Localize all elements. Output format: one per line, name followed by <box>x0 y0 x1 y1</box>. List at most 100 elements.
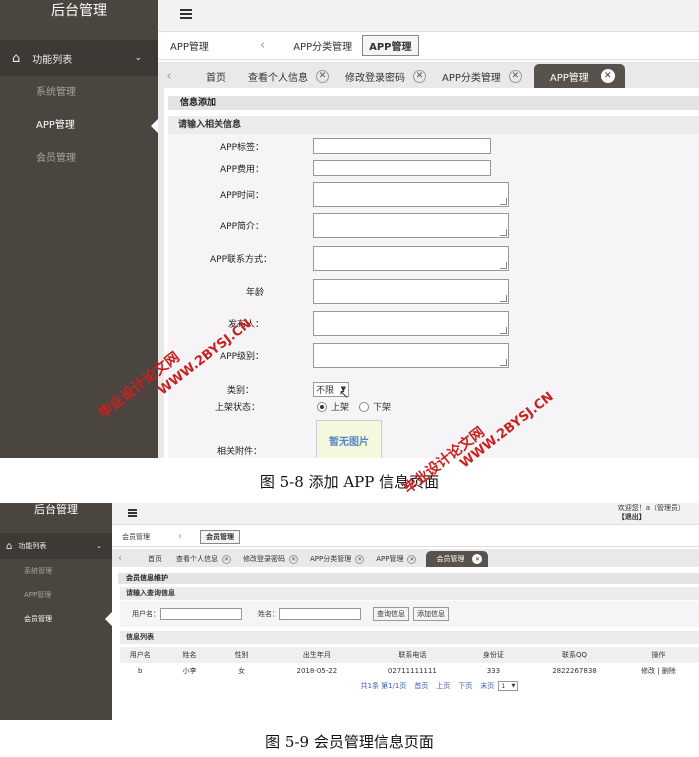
breadcrumb-current: APP管理 <box>362 35 419 56</box>
attachment-image[interactable]: 暂无图片 <box>316 420 382 458</box>
column-header: 出生年月 <box>264 647 369 663</box>
tag-input[interactable] <box>313 138 491 154</box>
chevron-down-icon: ▼ <box>511 683 516 689</box>
add-button[interactable]: 添加信息 <box>413 607 449 621</box>
breadcrumb: APP管理 ‹ APP分类管理 APP管理 <box>158 32 699 60</box>
close-icon[interactable]: ✕ <box>472 554 483 564</box>
chevron-left-icon[interactable]: ‹ <box>158 64 180 88</box>
pager-next[interactable]: 下页 <box>458 681 472 691</box>
field-fee: APP费用： <box>168 160 491 176</box>
field-publisher: 发布人： <box>168 311 509 336</box>
tab-app-manage[interactable]: APP管理 ✕ <box>376 551 417 567</box>
tab-app-category[interactable]: APP分类管理 ✕ <box>442 64 522 88</box>
contact-textarea[interactable] <box>313 246 509 271</box>
age-textarea[interactable] <box>313 279 509 304</box>
tab-app-manage[interactable]: APP管理 ✕ <box>533 64 625 88</box>
pager-last[interactable]: 末页 <box>480 681 494 691</box>
sidebar-item-label: 会员管理 <box>36 153 76 164</box>
table-row: b 小李 女 2018-05-22 02711111111 333 282226… <box>120 663 699 679</box>
figure-caption: 图 5-9 会员管理信息页面 <box>265 733 434 751</box>
home-icon: ⌂ <box>12 50 21 66</box>
welcome-user: 欢迎您！a（管理员） <box>617 504 685 512</box>
close-icon[interactable]: ✕ <box>222 554 231 564</box>
tab-label: 首页 <box>206 72 226 84</box>
field-attachment: 相关附件： 暂无图片 <box>168 420 382 458</box>
figure-app-add: 后台管理 ⌂ 功能列表 ⌄ 系统管理 APP管理 会员管理 APP管理 ‹ AP… <box>0 0 699 458</box>
shelf-radio-on[interactable] <box>317 401 327 412</box>
cursor-icon: ↖ <box>339 387 350 401</box>
sidebar-item-app[interactable]: APP管理 <box>0 583 112 607</box>
close-icon[interactable]: ✕ <box>289 554 298 564</box>
chevron-left-icon[interactable]: ‹ <box>260 38 265 53</box>
field-age: 年龄 <box>168 279 509 304</box>
page-select[interactable]: 1 ▼ <box>498 681 519 691</box>
intro-textarea[interactable] <box>313 213 509 238</box>
menu-toggle-icon[interactable] <box>128 509 137 517</box>
sidebar-item-label: APP管理 <box>36 120 75 131</box>
close-icon[interactable]: ✕ <box>508 69 522 83</box>
tab-home[interactable]: 首页 <box>148 551 162 567</box>
sidebar-item-label: 系统管理 <box>24 567 52 575</box>
sidebar: 后台管理 ⌂ 功能列表 ⌄ 系统管理 APP管理 会员管理 <box>0 503 112 720</box>
sidebar-item-members[interactable]: 会员管理 <box>0 142 158 175</box>
table-cell: 小李 <box>182 667 197 675</box>
sidebar-item-system[interactable]: 系统管理 <box>0 76 158 109</box>
fee-input[interactable] <box>313 160 491 176</box>
pager-first[interactable]: 首页 <box>414 681 428 691</box>
tab-label: 修改登录密码 <box>243 555 285 563</box>
tab-password[interactable]: 修改登录密码 ✕ <box>345 64 426 88</box>
name-input[interactable] <box>279 608 361 620</box>
delete-link[interactable]: 删除 <box>662 667 676 675</box>
sidebar-item-app[interactable]: APP管理 <box>0 109 158 142</box>
tab-app-category[interactable]: APP分类管理 ✕ <box>310 551 365 567</box>
field-label: 年龄 <box>245 288 264 298</box>
tab-home[interactable]: 首页 <box>206 64 226 88</box>
sidebar-item-members[interactable]: 会员管理 <box>0 607 112 631</box>
query-button[interactable]: 查询信息 <box>373 607 409 621</box>
close-icon[interactable]: ✕ <box>355 554 365 564</box>
chevron-left-icon[interactable]: ‹ <box>112 550 128 567</box>
close-icon[interactable]: ✕ <box>600 69 615 83</box>
tab-label: 首页 <box>148 555 162 563</box>
close-icon[interactable]: ✕ <box>407 554 417 564</box>
username-input[interactable] <box>160 608 242 620</box>
pagination: 共1条 第1/1页 首页 上页 下页 末页 1 ▼ <box>120 681 699 691</box>
breadcrumb-home[interactable]: 会员管理 <box>122 532 166 542</box>
close-icon[interactable]: ✕ <box>413 69 426 83</box>
table-cell: 2822267838 <box>552 667 597 675</box>
edit-link[interactable]: 修改 <box>641 667 655 675</box>
list-section-title: 信息列表 <box>120 631 699 644</box>
shelf-radio-off[interactable] <box>359 401 370 412</box>
tab-bar: ‹ 首页 查看个人信息 ✕ 修改登录密码 ✕ APP分类管理 ✕ APP管理 ✕ <box>158 62 699 88</box>
tab-label: APP管理 <box>549 72 589 84</box>
sidebar-item-label: 会员管理 <box>24 615 52 623</box>
pager-prev[interactable]: 上页 <box>436 681 450 691</box>
table-cell-actions: 修改 | 删除 <box>641 667 676 675</box>
field-label: 相关附件： <box>216 446 262 457</box>
time-textarea[interactable] <box>313 182 509 207</box>
logout-link[interactable]: 【退出】 <box>618 513 685 522</box>
table-header-row: 用户名 姓名 性别 出生年月 联系电话 身份证 联系QQ 操作 <box>120 647 699 663</box>
tab-password[interactable]: 修改登录密码 ✕ <box>243 551 298 567</box>
close-icon[interactable]: ✕ <box>316 69 329 83</box>
tab-profile[interactable]: 查看个人信息 ✕ <box>176 551 231 567</box>
tab-members[interactable]: 会员管理 ✕ <box>426 551 489 567</box>
content-area: 会员信息维护 请输入查询信息 用户名： 姓名： 查询信息 添加信息 信息列表 用… <box>112 567 699 720</box>
chevron-left-icon[interactable]: ‹ <box>178 531 182 542</box>
table-cell: 2018-05-22 <box>296 667 338 675</box>
figure-member-manage: 后台管理 ⌂ 功能列表 ⌄ 系统管理 APP管理 会员管理 欢迎您！a（管理员）… <box>0 503 699 720</box>
menu-toggle-icon[interactable] <box>180 9 192 19</box>
shelf-option-label: 上架 <box>331 403 350 413</box>
sidebar-item-system[interactable]: 系统管理 <box>0 559 112 583</box>
tab-profile[interactable]: 查看个人信息 ✕ <box>248 64 329 88</box>
breadcrumb-home[interactable]: APP管理 <box>170 38 240 53</box>
breadcrumb-parent[interactable]: APP分类管理 <box>293 38 352 53</box>
menu-group-functions[interactable]: ⌂ 功能列表 ⌄ <box>0 533 112 559</box>
menu-group-label: 功能列表 <box>18 542 47 550</box>
panel-title: 信息添加 <box>168 96 699 110</box>
publisher-textarea[interactable] <box>313 311 509 336</box>
home-icon: ⌂ <box>6 540 13 552</box>
menu-group-functions[interactable]: ⌂ 功能列表 ⌄ <box>0 40 158 76</box>
level-textarea[interactable] <box>313 343 509 368</box>
query-section-title: 请输入查询信息 <box>120 587 699 600</box>
